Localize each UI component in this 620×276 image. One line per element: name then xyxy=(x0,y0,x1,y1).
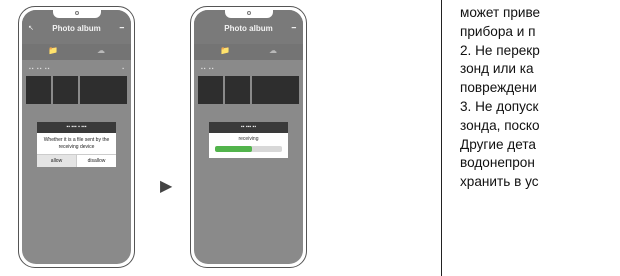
dialog-message: Whether it is a file sent by the receivi… xyxy=(43,137,110,150)
photo-thumbnail[interactable] xyxy=(80,76,127,104)
phone-mockup-2: Photo album ━ 📁 ☁ ▪▪ ▪▪ ▪▪ ▪▪▪ ▪▪ receiv… xyxy=(190,6,307,268)
text-line: Другие дета xyxy=(460,136,536,152)
receiving-progress-dialog: ▪▪ ▪▪▪ ▪▪ receiving xyxy=(209,122,288,158)
photo-thumbnail[interactable] xyxy=(198,76,223,104)
cloud-icon[interactable]: ☁ xyxy=(97,46,105,55)
disallow-button[interactable]: disallow xyxy=(76,155,116,167)
menu-icon[interactable]: ━ xyxy=(120,24,124,32)
text-line: прибора и п xyxy=(460,23,536,39)
progress-label: receiving xyxy=(238,136,259,142)
date-label: ▪▪ ▪▪ xyxy=(201,66,215,72)
next-step-arrow-icon: ▶ xyxy=(160,178,173,195)
text-line: водонепрон xyxy=(460,155,535,171)
phone-mockup-1: ↖ Photo album ━ 📁 ☁ ▪▪ ▪▪ ▪▪ ▪ ▪▪ ▪▪▪ ▪ … xyxy=(18,6,135,268)
date-label: ▪▪ ▪▪ ▪▪ xyxy=(29,66,51,72)
photo-thumbnail[interactable] xyxy=(26,76,51,104)
text-line: хранить в ус xyxy=(460,174,539,190)
instruction-text: может приве прибора и п 2. Не перекр зонд и… xyxy=(460,4,620,192)
text-line: зонд или ка xyxy=(460,61,534,77)
column-divider xyxy=(441,0,442,276)
phone-notch xyxy=(224,10,273,18)
dialog-header: ▪▪ ▪▪▪ ▪ ▪▪▪ xyxy=(37,122,116,133)
text-line: зонда, поско xyxy=(460,117,540,133)
camera-dot xyxy=(74,11,79,15)
menu-icon[interactable]: ━ xyxy=(292,24,296,32)
progress-track xyxy=(215,146,282,152)
photo-thumbnail[interactable] xyxy=(53,76,78,104)
select-marker[interactable]: ▪ xyxy=(122,66,124,72)
phone-notch xyxy=(52,10,101,18)
text-line: повреждени xyxy=(460,80,537,96)
photo-thumbnail[interactable] xyxy=(252,76,299,104)
dialog-header: ▪▪ ▪▪▪ ▪▪ xyxy=(209,122,288,133)
allow-button[interactable]: allow xyxy=(37,155,76,167)
photo-grid xyxy=(26,76,127,104)
progress-fill xyxy=(215,146,252,152)
photo-thumbnail[interactable] xyxy=(225,76,250,104)
album-tabs: 📁 ☁ xyxy=(194,44,303,60)
dialog-buttons: allow disallow xyxy=(37,154,116,167)
folder-icon[interactable]: 📁 xyxy=(220,46,230,55)
camera-dot xyxy=(246,11,251,15)
album-tabs: 📁 ☁ xyxy=(22,44,131,60)
text-line: 3. Не допуск xyxy=(460,98,539,114)
cloud-icon[interactable]: ☁ xyxy=(269,46,277,55)
page-title: Photo album xyxy=(224,24,273,33)
page-title: Photo album xyxy=(52,24,101,33)
phone-screen-1: ↖ Photo album ━ 📁 ☁ ▪▪ ▪▪ ▪▪ ▪ ▪▪ ▪▪▪ ▪ … xyxy=(22,10,131,264)
photo-grid xyxy=(198,76,299,104)
folder-icon[interactable]: 📁 xyxy=(48,46,58,55)
phone-screen-2: Photo album ━ 📁 ☁ ▪▪ ▪▪ ▪▪ ▪▪▪ ▪▪ receiv… xyxy=(194,10,303,264)
receive-file-dialog: ▪▪ ▪▪▪ ▪ ▪▪▪ Whether it is a file sent b… xyxy=(37,122,116,167)
text-line: может приве xyxy=(460,5,541,20)
text-line: 2. Не перекр xyxy=(460,42,540,58)
